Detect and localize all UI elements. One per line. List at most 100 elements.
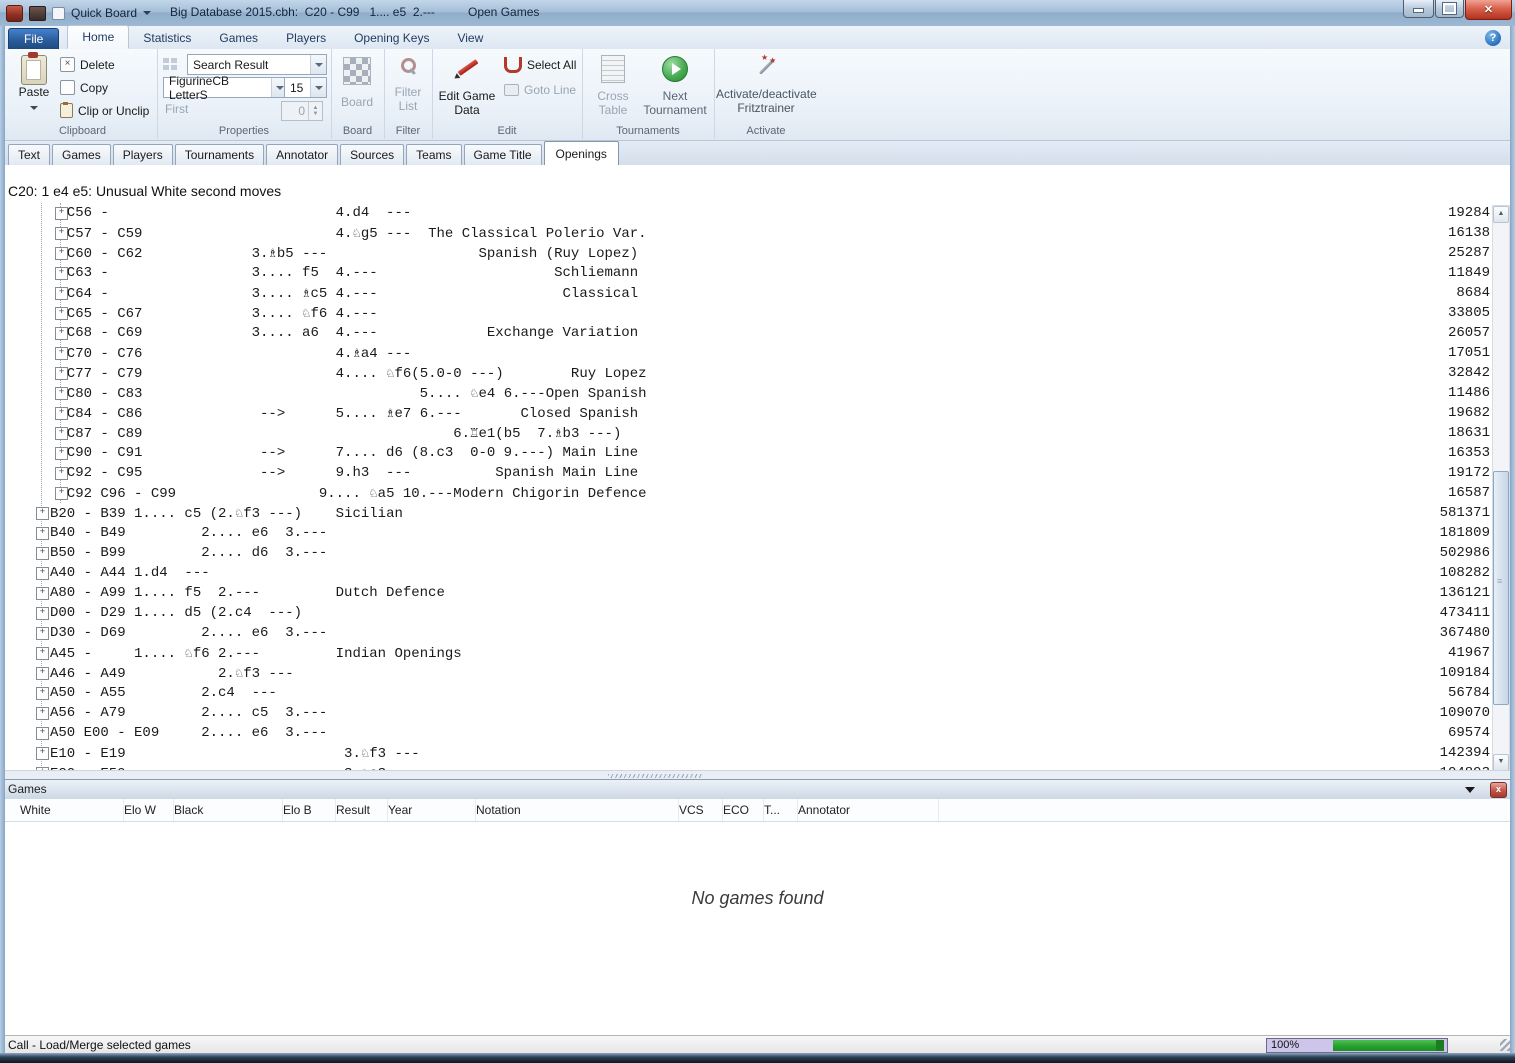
menu-tab-players[interactable]: Players [272, 27, 340, 49]
tab-annotator[interactable]: Annotator [266, 144, 338, 165]
tree-row-e10-27[interactable]: +E10 - E19 3.♘f3 ---142394 [0, 743, 1515, 763]
first-spinner[interactable]: 0 ▲▼ [281, 101, 323, 121]
tree-row-d30-21[interactable]: +D30 - D69 2.... e6 3.---367480 [0, 623, 1515, 643]
filter-list-button[interactable]: Filter List [389, 57, 427, 113]
tab-sources[interactable]: Sources [340, 144, 404, 165]
tree-row-c87-11[interactable]: + C87 - C89 6.♖e1(b5 7.♗b3 ---)18631 [0, 423, 1515, 443]
column-header-vcs[interactable]: VCS [679, 799, 723, 821]
tab-tournaments[interactable]: Tournaments [175, 144, 264, 165]
tree-row-c90-12[interactable]: + C90 - C91 --> 7.... d6 (8.c3 0-0 9.---… [0, 443, 1515, 463]
tree-row-c60-2[interactable]: + C60 - C62 3.♗b5 --- Spanish (Ruy Lopez… [0, 243, 1515, 263]
tree-row-c92-13[interactable]: + C92 - C95 --> 9.h3 --- Spanish Main Li… [0, 463, 1515, 483]
expand-plus-icon[interactable]: + [36, 647, 49, 660]
minimize-button[interactable] [1403, 0, 1434, 18]
scrollbar-thumb[interactable] [1493, 471, 1509, 705]
tree-row-c70-7[interactable]: + C70 - C76 4.♗a4 ---17051 [0, 343, 1515, 363]
tree-row-c63-3[interactable]: + C63 - 3.... f5 4.--- Schliemann11849 [0, 263, 1515, 283]
expand-plus-icon[interactable]: + [36, 687, 49, 700]
menu-tab-home[interactable]: Home [67, 25, 129, 49]
font-combo[interactable]: FigurineCB LetterS [163, 77, 288, 98]
collapse-triangle-icon[interactable] [1465, 787, 1475, 793]
tree-row-e20-28[interactable]: +E20 - E59 3.♘c3 ---104893 [0, 763, 1515, 770]
tree-row-c80-9[interactable]: + C80 - C83 5.... ♘e4 6.---Open Spanish1… [0, 383, 1515, 403]
chevron-down-icon[interactable] [143, 11, 151, 15]
expand-plus-icon[interactable]: + [36, 527, 49, 540]
tree-row-b20-15[interactable]: +B20 - B39 1.... c5 (2.♘f3 ---) Sicilian… [0, 503, 1515, 523]
menu-tab-games[interactable]: Games [205, 27, 272, 49]
column-header-year[interactable]: Year [388, 799, 476, 821]
scroll-down-icon[interactable]: ▼ [1493, 754, 1509, 770]
expand-plus-icon[interactable]: + [36, 667, 49, 680]
games-close-button[interactable]: x [1490, 782, 1507, 798]
tree-row-a46-23[interactable]: +A46 - A49 2.♘f3 ---109184 [0, 663, 1515, 683]
spinner-arrows-icon[interactable]: ▲▼ [308, 102, 322, 120]
tree-row-d00-20[interactable]: +D00 - D29 1.... d5 (2.c4 ---)473411 [0, 603, 1515, 623]
tree-row-a50-26[interactable]: +A50 E00 - E09 2.... e6 3.---69574 [0, 723, 1515, 743]
expand-plus-icon[interactable]: + [36, 707, 49, 720]
quick-board-label[interactable]: Quick Board [71, 6, 137, 20]
font-size-combo[interactable]: 15 [284, 77, 327, 98]
column-header-elo-b[interactable]: Elo B [283, 799, 336, 821]
expand-plus-icon[interactable]: + [36, 607, 49, 620]
column-header-elo-w[interactable]: Elo W [124, 799, 174, 821]
next-tournament-button[interactable]: Next Tournament [638, 56, 712, 117]
expand-plus-icon[interactable]: + [36, 627, 49, 640]
expand-plus-icon[interactable]: + [36, 547, 49, 560]
tree-row-c92-14[interactable]: + C92 C96 - C99 9.... ♘a5 10.---Modern C… [0, 483, 1515, 503]
clip-or-unclip-button[interactable]: Clip or Unclip [60, 103, 149, 118]
tab-game-title[interactable]: Game Title [464, 144, 542, 165]
tab-openings[interactable]: Openings [544, 141, 619, 166]
tab-games[interactable]: Games [52, 144, 111, 165]
tab-teams[interactable]: Teams [406, 144, 461, 165]
close-button[interactable]: ✕ [1465, 0, 1512, 20]
column-header-annotator[interactable]: Annotator [798, 799, 939, 821]
tree-row-b40-16[interactable]: +B40 - B49 2.... e6 3.---181809 [0, 523, 1515, 543]
scroll-up-icon[interactable]: ▲ [1493, 206, 1509, 223]
tree-row-a40-18[interactable]: +A40 - A44 1.d4 ---108282 [0, 563, 1515, 583]
maximize-button[interactable] [1435, 0, 1464, 18]
column-header-eco[interactable]: ECO [723, 799, 764, 821]
tree-row-a50-24[interactable]: +A50 - A55 2.c4 ---56784 [0, 683, 1515, 703]
tab-text[interactable]: Text [8, 144, 50, 165]
fritztrainer-button[interactable]: ★★ Activate/deactivate Fritztrainer [716, 55, 816, 115]
goto-line-button[interactable]: Goto Line [504, 83, 576, 97]
column-header-black[interactable]: Black [174, 799, 283, 821]
expand-plus-icon[interactable]: + [36, 507, 49, 520]
expand-plus-icon[interactable]: + [36, 727, 49, 740]
tree-row-c68-6[interactable]: + C68 - C69 3.... a6 4.--- Exchange Vari… [0, 323, 1515, 343]
help-icon[interactable]: ? [1485, 30, 1501, 46]
copy-button[interactable]: Copy [60, 80, 108, 95]
tree-row-c57-1[interactable]: + C57 - C59 4.♘g5 --- The Classical Pole… [0, 223, 1515, 243]
menu-tab-file[interactable]: File [8, 28, 59, 49]
board-button[interactable]: Board [337, 57, 377, 109]
column-header-white[interactable]: White [20, 799, 124, 821]
tree-row-a45-22[interactable]: +A45 - 1.... ♘f6 2.--- Indian Openings41… [0, 643, 1515, 663]
menu-tab-opening-keys[interactable]: Opening Keys [340, 27, 443, 49]
tree-row-c64-4[interactable]: + C64 - 3.... ♗c5 4.--- Classical8684 [0, 283, 1515, 303]
tree-row-c84-10[interactable]: + C84 - C86 --> 5.... ♗e7 6.--- Closed S… [0, 403, 1515, 423]
quick-board-checkbox[interactable] [52, 7, 65, 20]
expand-plus-icon[interactable]: + [36, 587, 49, 600]
cross-table-button[interactable]: Cross Table [588, 55, 638, 117]
column-header-t[interactable]: T... [764, 799, 798, 821]
tree-row-c65-5[interactable]: + C65 - C67 3.... ♘f6 4.---33805 [0, 303, 1515, 323]
splitter-handle-icon[interactable] [608, 774, 703, 778]
column-header-result[interactable]: Result [336, 799, 388, 821]
tab-players[interactable]: Players [113, 144, 173, 165]
expand-plus-icon[interactable]: + [36, 567, 49, 580]
select-all-button[interactable]: Select All [504, 57, 576, 73]
tree-row-b50-17[interactable]: +B50 - B99 2.... d6 3.---502986 [0, 543, 1515, 563]
tree-row-a56-25[interactable]: +A56 - A79 2.... c5 3.---109070 [0, 703, 1515, 723]
delete-button[interactable]: × Delete [60, 57, 115, 72]
search-result-combo[interactable]: Search Result [187, 54, 327, 75]
menu-tab-view[interactable]: View [443, 27, 497, 49]
vertical-scrollbar[interactable]: ▲ ▼ [1492, 205, 1510, 770]
edit-game-data-button[interactable]: Edit Game Data [436, 55, 498, 117]
menu-tab-statistics[interactable]: Statistics [129, 27, 205, 49]
tree-row-a80-19[interactable]: +A80 - A99 1.... f5 2.--- Dutch Defence1… [0, 583, 1515, 603]
tree-row-c77-8[interactable]: + C77 - C79 4.... ♘f6(5.0-0 ---) Ruy Lop… [0, 363, 1515, 383]
expand-plus-icon[interactable]: + [36, 747, 49, 760]
column-header-notation[interactable]: Notation [476, 799, 679, 821]
tree-row-c56-0[interactable]: + C56 - 4.d4 ---19284 [0, 203, 1515, 223]
paste-button[interactable]: Paste [14, 55, 54, 113]
